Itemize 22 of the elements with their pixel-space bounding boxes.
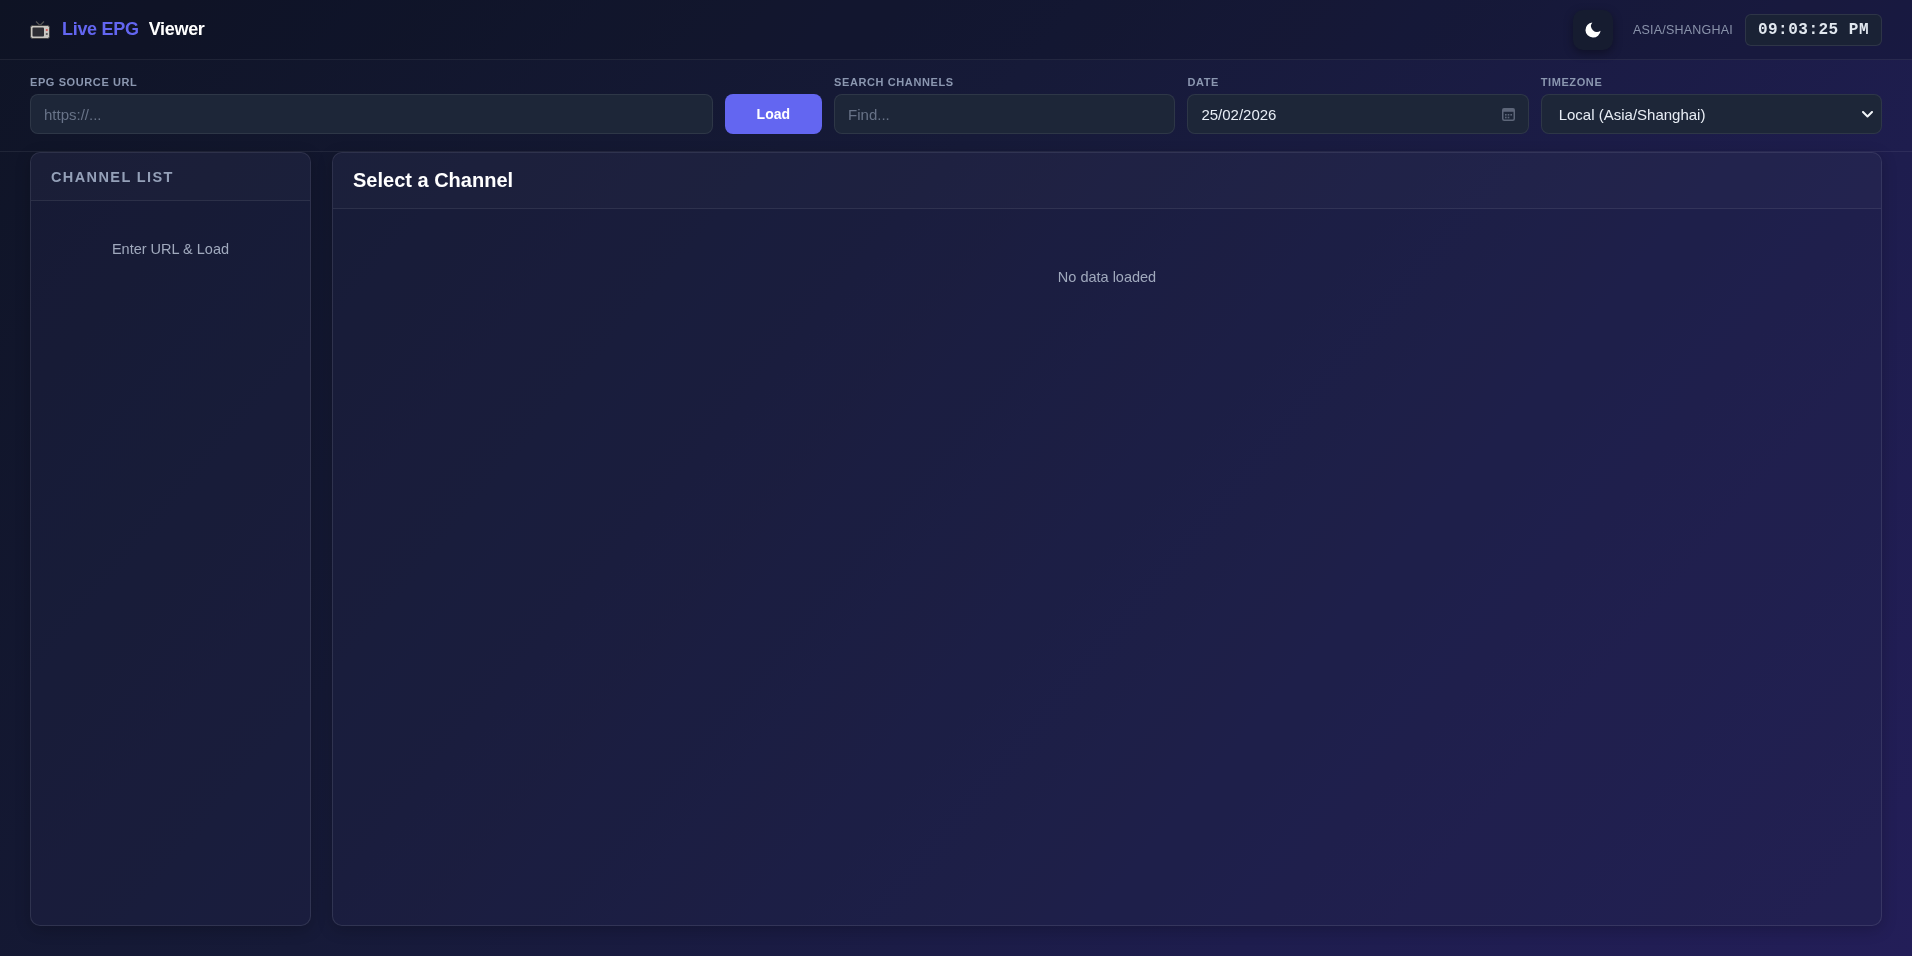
timezone-label: ASIA/SHANGHAI [1633, 22, 1733, 37]
app-title: Viewer [148, 19, 205, 40]
theme-toggle-button[interactable] [1573, 9, 1613, 50]
empty-message: No data loaded [1057, 269, 1157, 285]
app-title-accent: Live EPG [62, 19, 139, 40]
empty-message: Enter URL & Load [111, 241, 230, 257]
date-field[interactable]: 25/02/2026 [1187, 94, 1529, 134]
tv-icon [30, 20, 50, 39]
timezone-select[interactable]: Local (Asia/Shanghai) [1540, 94, 1882, 134]
calendar-icon[interactable] [1501, 107, 1515, 121]
input-field[interactable]: https://... [30, 94, 713, 134]
chevron-down-icon [1862, 110, 1873, 118]
panel-title: Select a Channel [353, 169, 514, 192]
field-label: DATE [1187, 76, 1220, 88]
input-field[interactable]: Find... [834, 94, 1176, 134]
load-button[interactable]: Load [724, 94, 823, 134]
field-label: TIMEZONE [1540, 76, 1604, 88]
field-label: EPG SOURCE URL [30, 76, 139, 88]
clock-display: 09:03:25 PM [1744, 13, 1882, 46]
panel-title: CHANNEL LIST [51, 168, 174, 185]
moon-icon [1585, 21, 1601, 38]
field-label: SEARCH CHANNELS [834, 76, 955, 88]
